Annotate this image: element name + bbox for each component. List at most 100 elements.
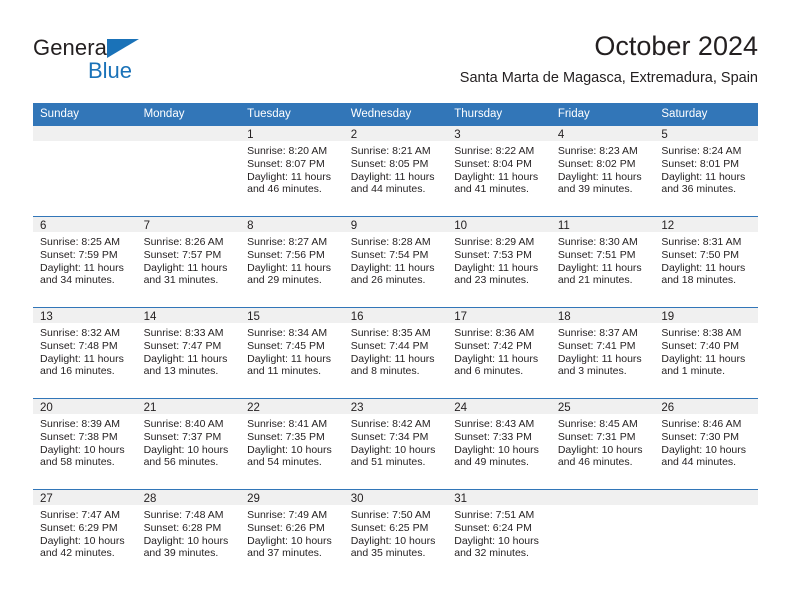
weekday-header-friday: Friday (550, 103, 655, 126)
calendar-day-cell[interactable]: 22 Sunrise: 8:41 AM Sunset: 7:35 PM Dayligh… (240, 398, 344, 490)
day-details: Sunrise: 8:35 AM Sunset: 7:44 PM Daylight:… (344, 323, 448, 378)
sunset-text: Sunset: 7:54 PM (350, 248, 429, 261)
brand-logo[interactable]: General Blue (33, 36, 273, 83)
day-number (33, 126, 137, 141)
sunset-text: Sunset: 7:47 PM (143, 339, 222, 352)
calendar-day-cell[interactable]: 31 Sunrise: 7:51 AM Sunset: 6:24 PM Dayligh… (447, 489, 551, 580)
calendar-day-cell[interactable]: 9 Sunrise: 8:28 AM Sunset: 7:54 PM Daylight… (343, 216, 448, 308)
calendar-day-cell[interactable]: 21 Sunrise: 8:40 AM Sunset: 7:37 PM Dayligh… (136, 398, 241, 490)
sunset-text: Sunset: 7:48 PM (40, 339, 118, 352)
day-details: Sunrise: 7:48 AM Sunset: 6:28 PM Daylight:… (137, 505, 241, 560)
calendar-day-cell[interactable]: 19 Sunrise: 8:38 AM Sunset: 7:40 PM Dayligh… (654, 307, 758, 399)
day-cell-inner: 22 Sunrise: 8:41 AM Sunset: 7:35 PM Dayligh… (240, 399, 344, 489)
calendar-day-cell[interactable]: 11 Sunrise: 8:30 AM Sunset: 7:51 PM Dayligh… (550, 216, 655, 308)
sunrise-text: Sunrise: 8:21 AM (350, 145, 431, 157)
daylight-text-line2: and 23 minutes. (454, 274, 529, 287)
daylight-text-line1: Daylight: 10 hours (247, 443, 332, 456)
calendar-day-cell[interactable]: 4 Sunrise: 8:23 AM Sunset: 8:02 PM Daylight… (550, 126, 655, 217)
day-number: 11 (550, 217, 655, 232)
weekday-header-sunday: Sunday (33, 103, 137, 126)
calendar-day-cell[interactable]: 2 Sunrise: 8:21 AM Sunset: 8:05 PM Daylight… (343, 126, 448, 217)
sunset-text: Sunset: 6:26 PM (247, 521, 325, 534)
sunset-text: Sunset: 6:29 PM (40, 521, 118, 534)
daylight-text-line2: and 39 minutes. (557, 183, 633, 196)
sunrise-text: Sunrise: 8:28 AM (350, 236, 431, 248)
calendar-body: 1 Sunrise: 8:20 AM Sunset: 8:07 PM Daylight… (33, 126, 758, 580)
day-details: Sunrise: 8:27 AM Sunset: 7:56 PM Daylight:… (240, 232, 344, 287)
calendar-day-cell[interactable]: 17 Sunrise: 8:36 AM Sunset: 7:42 PM Dayligh… (447, 307, 551, 399)
daylight-text-line2: and 42 minutes. (40, 547, 115, 560)
sunset-text: Sunset: 7:34 PM (350, 430, 429, 443)
sunrise-text: Sunrise: 8:23 AM (557, 145, 638, 157)
day-number: 29 (240, 490, 344, 505)
day-number (136, 126, 241, 141)
daylight-text-line1: Daylight: 11 hours (661, 170, 746, 183)
calendar-day-cell[interactable]: 10 Sunrise: 8:29 AM Sunset: 7:53 PM Dayligh… (447, 216, 551, 308)
calendar-day-cell[interactable]: 24 Sunrise: 8:43 AM Sunset: 7:33 PM Dayligh… (447, 398, 551, 490)
day-cell-inner: 6 Sunrise: 8:25 AM Sunset: 7:59 PM Daylight… (33, 217, 137, 307)
sunset-text: Sunset: 7:57 PM (143, 248, 222, 261)
calendar-day-cell[interactable]: 3 Sunrise: 8:22 AM Sunset: 8:04 PM Daylight… (447, 126, 551, 217)
calendar-day-cell (550, 489, 655, 580)
calendar-day-cell (33, 126, 137, 217)
calendar-day-cell[interactable]: 5 Sunrise: 8:24 AM Sunset: 8:01 PM Daylight… (654, 126, 758, 217)
calendar-day-cell[interactable]: 15 Sunrise: 8:34 AM Sunset: 7:45 PM Dayligh… (240, 307, 344, 399)
daylight-text-line2: and 41 minutes. (454, 183, 529, 196)
day-details: Sunrise: 8:40 AM Sunset: 7:37 PM Daylight:… (137, 414, 241, 469)
calendar-day-cell[interactable]: 29 Sunrise: 7:49 AM Sunset: 6:26 PM Dayligh… (240, 489, 344, 580)
day-number (654, 490, 758, 505)
page-header: General Blue October 2024 Santa Marta de… (0, 0, 792, 100)
daylight-text-line1: Daylight: 11 hours (350, 352, 435, 365)
calendar-day-cell[interactable]: 8 Sunrise: 8:27 AM Sunset: 7:56 PM Daylight… (240, 216, 344, 308)
calendar-day-cell[interactable]: 20 Sunrise: 8:39 AM Sunset: 7:38 PM Dayligh… (33, 398, 137, 490)
sunrise-text: Sunrise: 7:48 AM (143, 509, 224, 521)
calendar-day-cell[interactable]: 12 Sunrise: 8:31 AM Sunset: 7:50 PM Dayligh… (654, 216, 758, 308)
day-details: Sunrise: 8:45 AM Sunset: 7:31 PM Daylight:… (551, 414, 655, 469)
daylight-text-line2: and 36 minutes. (661, 183, 737, 196)
daylight-text-line2: and 39 minutes. (143, 547, 219, 560)
calendar-day-cell[interactable]: 13 Sunrise: 8:32 AM Sunset: 7:48 PM Dayligh… (33, 307, 137, 399)
day-number: 5 (654, 126, 758, 141)
sunset-text: Sunset: 7:53 PM (454, 248, 532, 261)
daylight-text-line2: and 16 minutes. (40, 365, 115, 378)
calendar-day-cell[interactable]: 16 Sunrise: 8:35 AM Sunset: 7:44 PM Dayligh… (343, 307, 448, 399)
day-number: 18 (550, 308, 655, 323)
calendar-day-cell[interactable]: 7 Sunrise: 8:26 AM Sunset: 7:57 PM Daylight… (136, 216, 241, 308)
sunset-text: Sunset: 6:24 PM (454, 521, 532, 534)
day-number: 22 (240, 399, 344, 414)
day-details: Sunrise: 8:46 AM Sunset: 7:30 PM Daylight:… (654, 414, 758, 469)
day-number: 15 (240, 308, 344, 323)
calendar-table: Sunday Monday Tuesday Wednesday Thursday… (33, 103, 758, 580)
calendar-day-cell[interactable]: 25 Sunrise: 8:45 AM Sunset: 7:31 PM Dayligh… (550, 398, 655, 490)
day-details: Sunrise: 8:29 AM Sunset: 7:53 PM Daylight:… (447, 232, 551, 287)
sunrise-text: Sunrise: 8:24 AM (661, 145, 742, 157)
daylight-text-line2: and 58 minutes. (40, 456, 115, 469)
weekday-header-wednesday: Wednesday (343, 103, 448, 126)
title-block: October 2024 Santa Marta de Magasca, Ext… (460, 30, 758, 87)
sunset-text: Sunset: 7:59 PM (40, 248, 118, 261)
daylight-text-line2: and 56 minutes. (143, 456, 219, 469)
calendar-day-cell[interactable]: 23 Sunrise: 8:42 AM Sunset: 7:34 PM Dayligh… (343, 398, 448, 490)
daylight-text-line2: and 46 minutes. (557, 456, 633, 469)
calendar-day-cell[interactable]: 1 Sunrise: 8:20 AM Sunset: 8:07 PM Daylight… (240, 126, 344, 217)
page-subtitle: Santa Marta de Magasca, Extremadura, Spa… (459, 70, 758, 86)
day-number: 4 (550, 126, 655, 141)
daylight-text-line1: Daylight: 11 hours (143, 261, 228, 274)
day-number: 7 (136, 217, 241, 232)
calendar-day-cell[interactable]: 30 Sunrise: 7:50 AM Sunset: 6:25 PM Dayligh… (343, 489, 448, 580)
calendar-day-cell[interactable]: 18 Sunrise: 8:37 AM Sunset: 7:41 PM Dayligh… (550, 307, 655, 399)
sunset-text: Sunset: 8:01 PM (661, 157, 740, 170)
sunset-text: Sunset: 7:33 PM (454, 430, 532, 443)
sunset-text: Sunset: 7:45 PM (247, 339, 325, 352)
daylight-text-line2: and 6 minutes. (454, 365, 524, 378)
daylight-text-line1: Daylight: 10 hours (143, 443, 229, 456)
calendar-day-cell[interactable]: 14 Sunrise: 8:33 AM Sunset: 7:47 PM Dayligh… (136, 307, 241, 399)
calendar-day-cell[interactable]: 28 Sunrise: 7:48 AM Sunset: 6:28 PM Dayligh… (136, 489, 241, 580)
calendar-day-cell[interactable]: 26 Sunrise: 8:46 AM Sunset: 7:30 PM Dayligh… (654, 398, 758, 490)
calendar-day-cell[interactable]: 6 Sunrise: 8:25 AM Sunset: 7:59 PM Daylight… (33, 216, 137, 308)
day-cell-inner: 26 Sunrise: 8:46 AM Sunset: 7:30 PM Dayligh… (654, 399, 758, 489)
calendar-day-cell[interactable]: 27 Sunrise: 7:47 AM Sunset: 6:29 PM Dayligh… (33, 489, 137, 580)
day-cell-inner: 9 Sunrise: 8:28 AM Sunset: 7:54 PM Daylight… (343, 217, 448, 307)
sunrise-text: Sunrise: 8:30 AM (557, 236, 638, 248)
sunrise-text: Sunrise: 8:43 AM (454, 418, 535, 430)
